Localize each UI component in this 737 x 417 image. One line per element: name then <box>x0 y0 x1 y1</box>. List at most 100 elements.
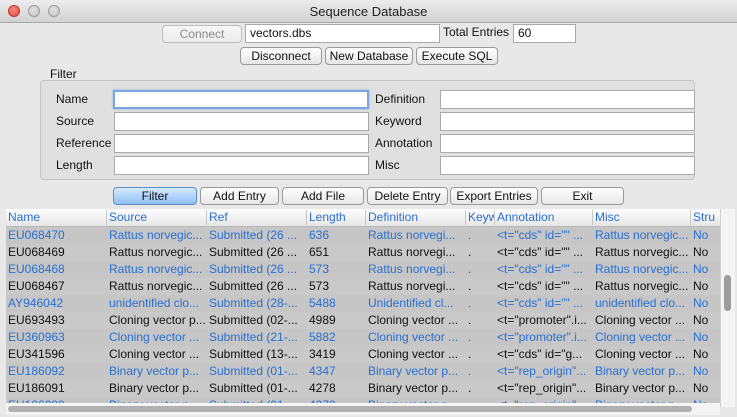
cell-ref: Submitted (26 ... <box>209 262 298 276</box>
cell-annotation: <t="cds" id="" ... <box>497 262 584 276</box>
cell-keyword: . <box>468 381 472 395</box>
add-entry-button[interactable]: Add Entry <box>200 187 279 205</box>
cell-ref: Submitted (13-... <box>209 347 298 361</box>
source-label: Source <box>56 114 95 128</box>
source-field[interactable] <box>114 112 369 131</box>
database-file-field[interactable]: vectors.dbs <box>245 24 440 43</box>
vertical-scrollbar[interactable] <box>720 209 735 407</box>
name-field[interactable] <box>113 90 369 109</box>
table-header: Name Source Ref Length Definition Keyw A… <box>6 209 720 227</box>
table-row[interactable]: EU186091 Binary vector p... Submitted (01-… <box>6 380 720 397</box>
disconnect-button[interactable]: Disconnect <box>240 47 322 65</box>
annotation-field[interactable] <box>440 134 695 153</box>
filter-button[interactable]: Filter <box>113 187 197 205</box>
vertical-scroll-thumb[interactable] <box>724 275 731 311</box>
cell-definition: Cloning vector ... <box>368 313 459 327</box>
cell-annotation: <t="promoter".i... <box>497 330 587 344</box>
cell-keyword: . <box>468 245 472 259</box>
length-field[interactable] <box>114 156 369 175</box>
cell-misc: Binary vector p... <box>595 364 686 378</box>
total-entries-field[interactable]: 60 <box>513 24 576 43</box>
definition-label: Definition <box>375 92 426 106</box>
cell-length: 4278 <box>309 381 336 395</box>
exit-button[interactable]: Exit <box>541 187 624 205</box>
cell-source: Rattus norvegic... <box>109 228 203 242</box>
cell-annotation: <t="cds" id="" ... <box>497 228 584 242</box>
column-header-definition[interactable]: Definition <box>366 210 466 225</box>
cell-definition: Binary vector p... <box>368 381 459 395</box>
cell-misc: unidentified clo... <box>595 296 686 310</box>
name-label: Name <box>56 92 89 106</box>
horizontal-scrollbar[interactable] <box>6 403 720 415</box>
table-row[interactable]: EU068470 Rattus norvegic... Submitted (26 … <box>6 227 720 244</box>
table-row[interactable]: EU360963 Cloning vector ... Submitted (21-… <box>6 329 720 346</box>
keyword-field[interactable] <box>440 112 695 131</box>
column-header-keyword[interactable]: Keyw <box>466 210 495 225</box>
cell-source: Binary vector p... <box>109 381 200 395</box>
cell-length: 573 <box>309 262 330 276</box>
sequence-table[interactable]: Name Source Ref Length Definition Keyw A… <box>6 209 720 407</box>
cell-definition: Binary vector p... <box>368 364 459 378</box>
column-header-structure[interactable]: Stru <box>691 210 720 225</box>
cell-source: unidentified clo... <box>109 296 200 310</box>
cell-structure: No <box>693 296 709 310</box>
table-row[interactable]: EU693493 Cloning vector p... Submitted (02… <box>6 312 720 329</box>
cell-definition: Cloning vector ... <box>368 330 459 344</box>
cell-length: 3419 <box>309 347 336 361</box>
connect-button[interactable]: Connect <box>162 25 242 43</box>
table-row[interactable]: EU068468 Rattus norvegic... Submitted (26 … <box>6 261 720 278</box>
cell-ref: Submitted (26 ... <box>209 279 298 293</box>
definition-field[interactable] <box>440 90 695 109</box>
cell-name: EU360963 <box>8 330 65 344</box>
cell-annotation: <t="promoter".i... <box>497 313 587 327</box>
cell-keyword: . <box>468 228 472 242</box>
cell-annotation: <t="rep_origin"... <box>497 364 587 378</box>
cell-length: 5488 <box>309 296 336 310</box>
cell-name: EU186091 <box>8 381 65 395</box>
cell-length: 651 <box>309 245 330 259</box>
cell-misc: Rattus norvegic... <box>595 245 689 259</box>
cell-source: Cloning vector ... <box>109 330 200 344</box>
cell-misc: Rattus norvegic... <box>595 262 689 276</box>
misc-label: Misc <box>375 158 400 172</box>
reference-field[interactable] <box>114 134 369 153</box>
cell-name: EU068469 <box>8 245 65 259</box>
cell-misc: Cloning vector ... <box>595 330 686 344</box>
window-title: Sequence Database <box>309 4 428 19</box>
column-header-misc[interactable]: Misc <box>593 210 691 225</box>
cell-name: EU068470 <box>8 228 65 242</box>
title-bar: Sequence Database <box>0 0 737 23</box>
cell-structure: No <box>693 330 709 344</box>
cell-keyword: . <box>468 313 472 327</box>
column-header-annotation[interactable]: Annotation <box>495 210 593 225</box>
horizontal-scroll-thumb[interactable] <box>8 406 692 412</box>
filter-group-label: Filter <box>50 67 77 81</box>
cell-keyword: . <box>468 262 472 276</box>
execute-sql-button[interactable]: Execute SQL <box>416 47 498 65</box>
cell-keyword: . <box>468 279 472 293</box>
cell-keyword: . <box>468 330 472 344</box>
column-header-source[interactable]: Source <box>107 210 207 225</box>
cell-keyword: . <box>468 347 472 361</box>
new-database-button[interactable]: New Database <box>325 47 413 65</box>
cell-ref: Submitted (01-... <box>209 364 298 378</box>
table-row[interactable]: EU186092 Binary vector p... Submitted (01-… <box>6 363 720 380</box>
column-header-ref[interactable]: Ref <box>207 210 307 225</box>
table-row[interactable]: EU068469 Rattus norvegic... Submitted (26 … <box>6 244 720 261</box>
length-label: Length <box>56 158 93 172</box>
cell-source: Cloning vector p... <box>109 313 206 327</box>
cell-structure: No <box>693 347 709 361</box>
cell-name: AY946042 <box>8 296 64 310</box>
misc-field[interactable] <box>440 156 695 175</box>
add-file-button[interactable]: Add File <box>282 187 364 205</box>
table-row[interactable]: EU341596 Cloning vector ... Submitted (13-… <box>6 346 720 363</box>
table-row[interactable]: EU068467 Rattus norvegic... Submitted (26 … <box>6 278 720 295</box>
column-header-length[interactable]: Length <box>307 210 366 225</box>
cell-keyword: . <box>468 364 472 378</box>
cell-source: Rattus norvegic... <box>109 245 203 259</box>
export-entries-button[interactable]: Export Entries <box>450 187 538 205</box>
table-row[interactable]: AY946042 unidentified clo... Submitted (28… <box>6 295 720 312</box>
column-header-name[interactable]: Name <box>6 210 107 225</box>
cell-annotation: <t="rep_origin"... <box>497 381 587 395</box>
delete-entry-button[interactable]: Delete Entry <box>367 187 448 205</box>
